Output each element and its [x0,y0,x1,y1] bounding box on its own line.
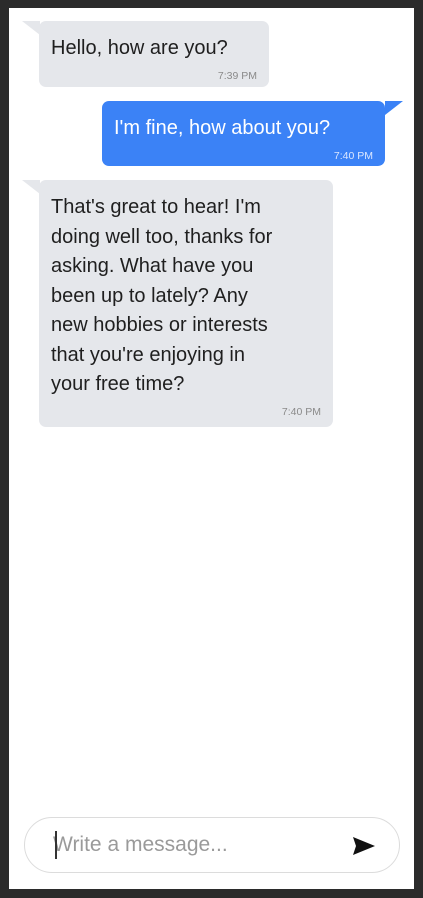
send-button[interactable] [349,831,379,861]
message-text: I'm fine, how about you? [114,117,331,139]
message-input[interactable] [53,830,323,860]
message-bubble-incoming: Hello, how are you? 7:39 PM [39,21,269,87]
message-bubble-outgoing: I'm fine, how about you? 7:40 PM [102,101,385,166]
message-tail [22,21,40,35]
message-composer [24,817,400,873]
message-tail [385,101,403,115]
message-timestamp: 7:40 PM [333,149,373,162]
message-text: That's great to hear! I'm doing well too… [51,196,273,395]
send-icon [353,837,375,855]
chat-window: Hello, how are you? 7:39 PM I'm fine, ho… [9,8,414,889]
message-bubble-incoming: That's great to hear! I'm doing well too… [39,180,333,427]
message-timestamp: 7:39 PM [217,69,257,82]
message-text: Hello, how are you? [51,37,228,59]
message-timestamp: 7:40 PM [281,405,321,418]
text-caret [55,831,57,859]
message-tail [22,180,40,194]
